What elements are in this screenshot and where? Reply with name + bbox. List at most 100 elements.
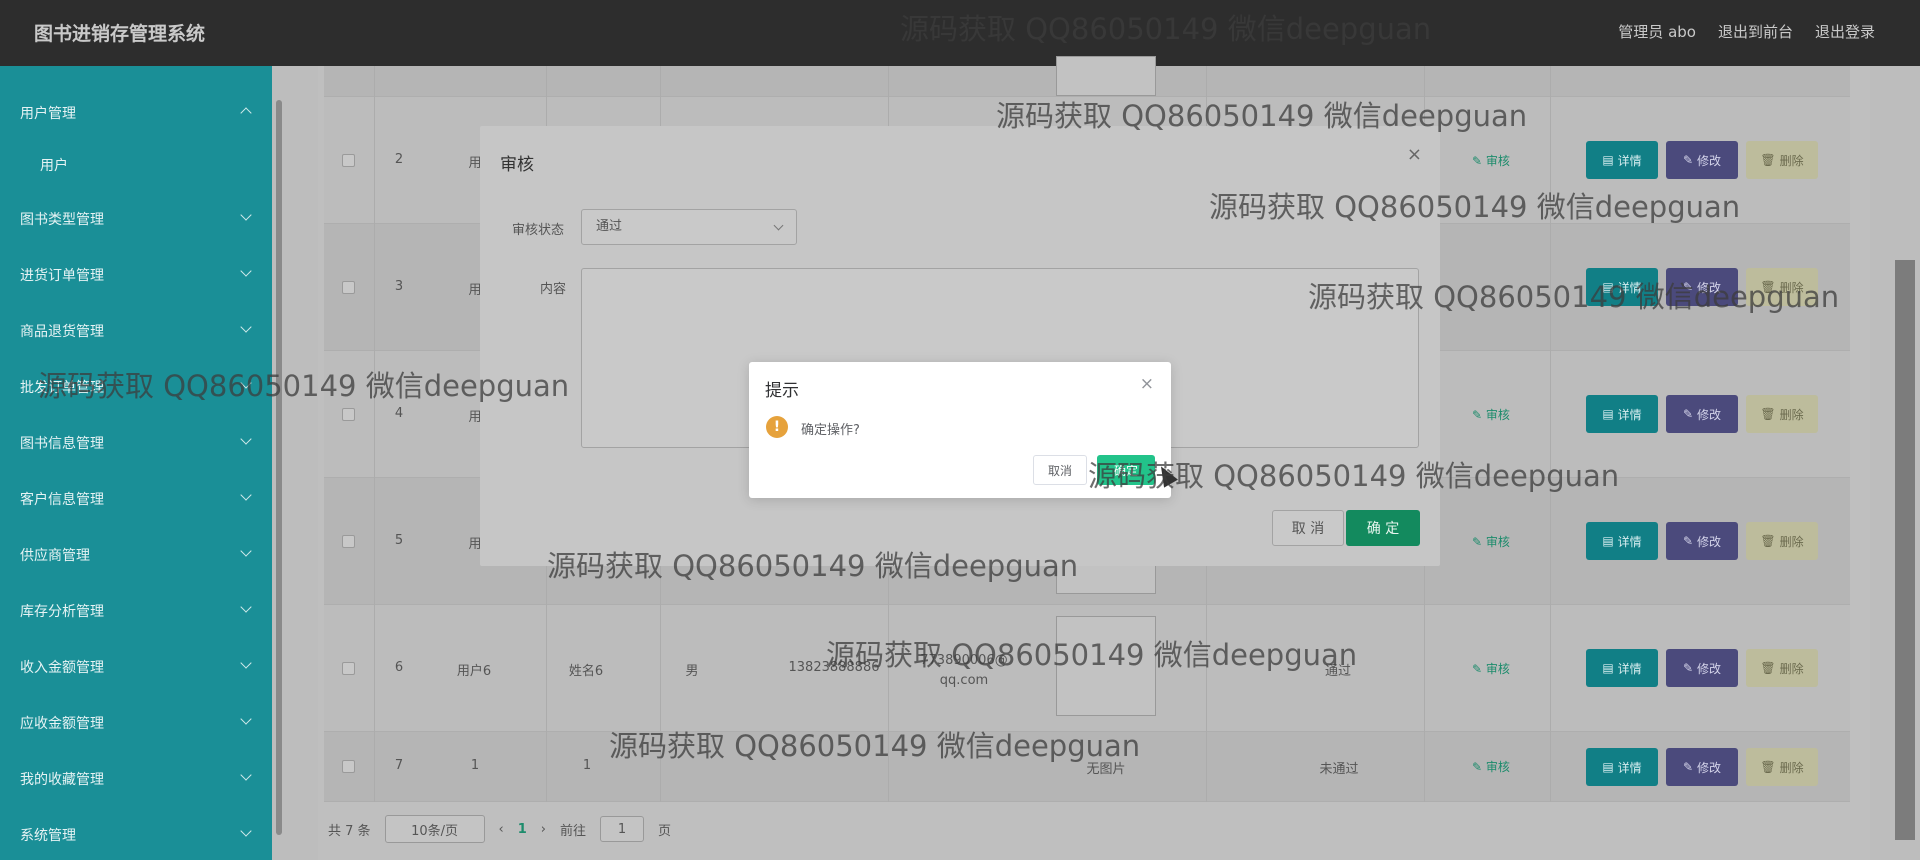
detail-button[interactable]: ▤ 详情 <box>1586 649 1658 687</box>
edit-button[interactable]: ✎ 修改 <box>1666 522 1738 560</box>
delete-button-label: 删除 <box>1779 534 1804 549</box>
edit-button[interactable]: ✎ 修改 <box>1666 141 1738 179</box>
close-icon[interactable]: × <box>1140 374 1154 394</box>
audit-cancel-button[interactable]: 取 消 <box>1272 510 1344 546</box>
delete-button-label: 删除 <box>1779 760 1804 775</box>
goto-prefix: 前往 <box>560 823 587 839</box>
logout-link[interactable]: 退出登录 <box>1815 21 1875 42</box>
trash-icon: 🗑 <box>1760 661 1776 675</box>
audit-confirm-button[interactable]: 确 定 <box>1346 510 1420 546</box>
sidebar-item-user[interactable]: 用户 <box>0 145 272 185</box>
edit-button[interactable]: ✎ 修改 <box>1666 395 1738 433</box>
row-checkbox[interactable] <box>342 760 355 773</box>
trash-icon: 🗑 <box>1760 407 1776 421</box>
detail-button[interactable]: ▤ 详情 <box>1586 268 1658 306</box>
sidebar-item-receivable[interactable]: 应收金额管理 <box>0 703 272 743</box>
delete-button[interactable]: 🗑 删除 <box>1746 268 1818 306</box>
audit-link-label: 审核 <box>1485 154 1510 168</box>
audit-link[interactable]: ✎ 审核 <box>1472 406 1510 423</box>
total-count: 共 7 条 <box>328 823 371 839</box>
row-index: 7 <box>394 758 404 773</box>
document-icon: ▤ <box>1602 661 1614 675</box>
row-index: 6 <box>394 660 404 675</box>
sidebar-item-label: 商品退货管理 <box>20 324 104 340</box>
audit-status-value: 通过 <box>596 219 623 234</box>
sidebar-item-label: 图书信息管理 <box>20 436 104 452</box>
audit-link[interactable]: ✎ 审核 <box>1472 152 1510 169</box>
row-email-domain: qq.com <box>939 673 989 688</box>
audit-link[interactable]: ✎ 审核 <box>1472 533 1510 550</box>
chevron-down-icon <box>240 489 252 501</box>
detail-button-label: 详情 <box>1617 153 1642 168</box>
goto-page-input[interactable]: 1 <box>600 816 645 842</box>
row-account: 1 <box>470 758 480 773</box>
close-icon[interactable]: × <box>1407 144 1422 165</box>
sidebar-item-favorites[interactable]: 我的收藏管理 <box>0 759 272 799</box>
delete-button-label: 删除 <box>1779 407 1804 422</box>
audit-link[interactable]: ✎ 审核 <box>1472 660 1510 677</box>
row-checkbox[interactable] <box>342 281 355 294</box>
confirm-ok-button[interactable]: 确定 <box>1097 455 1155 485</box>
current-page[interactable]: 1 <box>518 822 527 837</box>
sidebar-item-label: 收入金额管理 <box>20 660 104 676</box>
row-checkbox[interactable] <box>342 154 355 167</box>
detail-button-label: 详情 <box>1617 661 1642 676</box>
row-index: 5 <box>394 533 404 548</box>
delete-button[interactable]: 🗑 删除 <box>1746 395 1818 433</box>
document-icon: ▤ <box>1602 534 1614 548</box>
sidebar-item-label: 用户 <box>40 158 68 174</box>
audit-status-select[interactable]: 通过 <box>581 209 797 245</box>
sidebar-item-inventory[interactable]: 库存分析管理 <box>0 591 272 631</box>
edit-button[interactable]: ✎ 修改 <box>1666 649 1738 687</box>
sidebar-item-system[interactable]: 系统管理 <box>0 815 272 855</box>
detail-button[interactable]: ▤ 详情 <box>1586 395 1658 433</box>
edit-button-label: 修改 <box>1697 760 1722 775</box>
delete-button[interactable]: 🗑 删除 <box>1746 522 1818 560</box>
sidebar-item-returns[interactable]: 商品退货管理 <box>0 311 272 351</box>
delete-button-label: 删除 <box>1779 661 1804 676</box>
detail-button-label: 详情 <box>1617 534 1642 549</box>
edit-button[interactable]: ✎ 修改 <box>1666 748 1738 786</box>
audit-dialog: 审核 × 审核状态 通过 内容 取 消 确 定 <box>480 126 1440 566</box>
next-page-button[interactable]: › <box>541 822 546 837</box>
sidebar-item-user-management[interactable]: 用户管理 <box>0 93 272 133</box>
audit-link-label: 审核 <box>1485 535 1510 549</box>
sidebar-item-income[interactable]: 收入金额管理 <box>0 647 272 687</box>
trash-icon: 🗑 <box>1760 153 1776 167</box>
main-scrollbar[interactable] <box>1895 260 1915 840</box>
edit-button[interactable]: ✎ 修改 <box>1666 268 1738 306</box>
sidebar-item-book-info[interactable]: 图书信息管理 <box>0 423 272 463</box>
row-checkbox[interactable] <box>342 408 355 421</box>
sidebar-item-customer[interactable]: 客户信息管理 <box>0 479 272 519</box>
confirm-cancel-button[interactable]: 取消 <box>1033 455 1087 485</box>
row-checkbox[interactable] <box>342 662 355 675</box>
chevron-down-icon <box>240 601 252 613</box>
sidebar-item-wholesale[interactable]: 批发订单管理 <box>0 367 272 407</box>
chevron-down-icon <box>240 433 252 445</box>
sidebar-item-purchase-order[interactable]: 进货订单管理 <box>0 255 272 295</box>
pencil-icon: ✎ <box>1682 280 1694 294</box>
detail-button[interactable]: ▤ 详情 <box>1586 141 1658 179</box>
pencil-icon: ✎ <box>1682 760 1694 774</box>
chevron-down-icon <box>240 265 252 277</box>
front-link[interactable]: 退出到前台 <box>1718 21 1793 42</box>
delete-button[interactable]: 🗑 删除 <box>1746 141 1818 179</box>
confirm-dialog: 提示 × ! 确定操作? 取消 确定 <box>749 362 1171 498</box>
chevron-down-icon <box>240 657 252 669</box>
row-index: 2 <box>394 152 404 167</box>
sidebar-item-label: 我的收藏管理 <box>20 772 104 788</box>
detail-button[interactable]: ▤ 详情 <box>1586 748 1658 786</box>
sidebar-item-supplier[interactable]: 供应商管理 <box>0 535 272 575</box>
detail-button[interactable]: ▤ 详情 <box>1586 522 1658 560</box>
confirm-dialog-title: 提示 <box>765 381 799 401</box>
row-checkbox[interactable] <box>342 535 355 548</box>
page-size-select[interactable]: 10条/页 <box>384 815 485 843</box>
pencil-icon: ✎ <box>1682 407 1694 421</box>
prev-page-button[interactable]: ‹ <box>499 822 504 837</box>
delete-button[interactable]: 🗑 删除 <box>1746 649 1818 687</box>
delete-button[interactable]: 🗑 删除 <box>1746 748 1818 786</box>
top-header: 图书进销存管理系统 管理员 abo 退出到前台 退出登录 <box>0 0 1920 66</box>
sidebar-item-book-type[interactable]: 图书类型管理 <box>0 199 272 239</box>
sidebar-scrollbar[interactable] <box>276 100 282 835</box>
audit-link[interactable]: ✎ 审核 <box>1472 758 1510 775</box>
